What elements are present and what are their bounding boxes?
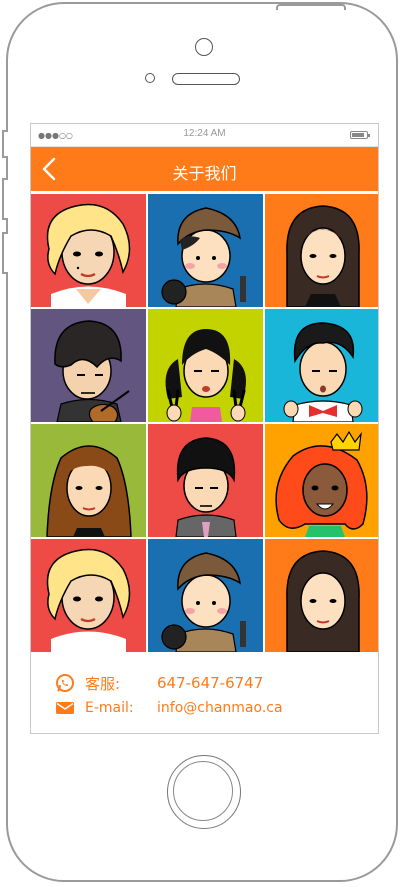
email-address[interactable]: info@chanmao.ca bbox=[157, 700, 283, 716]
volume-down-button bbox=[2, 232, 8, 274]
avatar-girl-pigtails-peace[interactable] bbox=[148, 309, 263, 422]
home-button[interactable] bbox=[167, 755, 241, 829]
proximity-sensor bbox=[145, 73, 155, 83]
avatar-blonde-woman[interactable] bbox=[31, 194, 146, 307]
service-phone[interactable]: 647-647-6747 bbox=[157, 674, 263, 692]
avatar-woman-dark-hair-2[interactable] bbox=[265, 539, 378, 652]
avatar-man-flat-cap-pan-2[interactable] bbox=[148, 539, 263, 652]
app-screen: ●●●○○ 12:24 AM 关于我们 客服: 647-647-6747 E-m… bbox=[30, 123, 379, 734]
contact-info: 客服: 647-647-6747 E-mail: info@chanmao.ca bbox=[31, 656, 378, 733]
avatar-woman-red-hair-crown[interactable] bbox=[265, 424, 378, 537]
nav-bar: 关于我们 bbox=[31, 147, 378, 191]
status-time: 12:24 AM bbox=[183, 128, 226, 139]
avatar-man-bow-tie[interactable] bbox=[265, 309, 378, 422]
email-row[interactable]: E-mail: info@chanmao.ca bbox=[55, 697, 283, 719]
volume-up-button bbox=[2, 178, 8, 220]
avatar-blonde-woman-2[interactable] bbox=[31, 539, 146, 652]
avatar-man-flat-cap-pan[interactable] bbox=[148, 194, 263, 307]
envelope-icon bbox=[56, 702, 74, 714]
mute-switch bbox=[2, 130, 8, 158]
whatsapp-chat-icon bbox=[56, 674, 74, 692]
email-label: E-mail: bbox=[85, 700, 134, 716]
front-camera bbox=[195, 38, 213, 56]
avatar-man-bowl-cut-tie[interactable] bbox=[148, 424, 263, 537]
avatar-woman-dark-hair[interactable] bbox=[265, 194, 378, 307]
avatar-man-violin[interactable] bbox=[31, 309, 146, 422]
customer-service-row[interactable]: 客服: 647-647-6747 bbox=[55, 672, 263, 694]
power-button bbox=[276, 4, 346, 10]
earpiece-speaker bbox=[172, 73, 240, 85]
avatar-woman-brown-hair[interactable] bbox=[31, 424, 146, 537]
avatar-grid bbox=[31, 194, 378, 652]
page-title: 关于我们 bbox=[172, 164, 237, 183]
status-bar: ●●●○○ 12:24 AM bbox=[31, 124, 378, 147]
service-label: 客服: bbox=[85, 674, 121, 693]
battery-icon bbox=[350, 131, 370, 139]
